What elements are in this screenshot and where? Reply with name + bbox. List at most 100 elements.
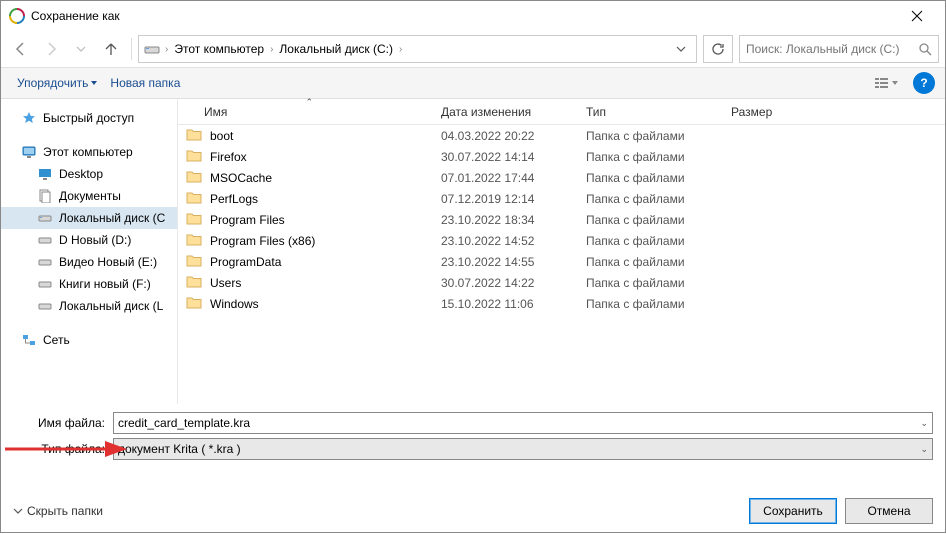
breadcrumb-local-disk[interactable]: Локальный диск (C:) — [275, 40, 397, 58]
drive-icon — [37, 232, 53, 248]
drive-icon — [37, 210, 53, 226]
folder-icon — [186, 190, 204, 208]
drive-icon — [37, 254, 53, 270]
file-date: 07.12.2019 12:14 — [433, 192, 578, 206]
sidebar-item-label: Локальный диск (L — [59, 299, 163, 313]
file-name: Firefox — [210, 150, 247, 164]
sidebar-item-label: D Новый (D:) — [59, 233, 131, 247]
search-input[interactable] — [746, 42, 918, 56]
sidebar-desktop[interactable]: Desktop — [1, 163, 177, 185]
filetype-combobox[interactable]: документ Krita ( *.kra ) ⌄ — [113, 438, 933, 460]
documents-icon — [37, 188, 53, 204]
filename-dropdown[interactable]: ⌄ — [916, 418, 932, 429]
folder-icon — [186, 274, 204, 292]
window-title: Сохранение как — [31, 9, 897, 23]
address-dropdown[interactable] — [670, 44, 692, 54]
footer: Скрыть папки Сохранить Отмена — [1, 492, 945, 534]
filename-input-wrap: ⌄ — [113, 412, 933, 434]
filename-label: Имя файла: — [13, 416, 113, 430]
body-area: Быстрый доступ Этот компьютер Desktop До… — [1, 99, 945, 404]
address-bar[interactable]: › Этот компьютер › Локальный диск (C:) › — [138, 35, 697, 63]
sidebar-l-drive[interactable]: Локальный диск (L — [1, 295, 177, 317]
folder-icon — [186, 232, 204, 250]
table-row[interactable]: MSOCache07.01.2022 17:44Папка с файлами — [178, 167, 945, 188]
help-button[interactable]: ? — [913, 72, 935, 94]
new-folder-button[interactable]: Новая папка — [104, 72, 186, 94]
sidebar-network[interactable]: Сеть — [1, 329, 177, 351]
titlebar: Сохранение как — [1, 1, 945, 31]
sidebar-e-drive[interactable]: Видео Новый (E:) — [1, 251, 177, 273]
folder-icon — [186, 295, 204, 313]
toolbar: Упорядочить Новая папка ? — [1, 67, 945, 99]
file-date: 15.10.2022 11:06 — [433, 297, 578, 311]
file-name: Windows — [210, 297, 259, 311]
column-headers: ⌃ Имя Дата изменения Тип Размер — [178, 99, 945, 125]
folder-icon — [186, 169, 204, 187]
table-row[interactable]: boot04.03.2022 20:22Папка с файлами — [178, 125, 945, 146]
table-row[interactable]: PerfLogs 07.12.2019 12:14Папка с файлами — [178, 188, 945, 209]
file-list: ⌃ Имя Дата изменения Тип Размер boot04.0… — [178, 99, 945, 404]
pc-icon — [21, 144, 37, 160]
forward-button[interactable] — [37, 35, 65, 63]
table-row[interactable]: ProgramData23.10.2022 14:55Папка с файла… — [178, 251, 945, 272]
folder-icon — [186, 148, 204, 166]
sort-asc-icon: ⌃ — [306, 97, 314, 108]
table-row[interactable]: Windows15.10.2022 11:06Папка с файлами — [178, 293, 945, 314]
file-date: 23.10.2022 18:34 — [433, 213, 578, 227]
table-row[interactable]: Firefox30.07.2022 14:14Папка с файлами — [178, 146, 945, 167]
column-size[interactable]: Размер — [723, 99, 823, 124]
file-date: 30.07.2022 14:22 — [433, 276, 578, 290]
file-date: 30.07.2022 14:14 — [433, 150, 578, 164]
drive-icon — [37, 276, 53, 292]
column-date[interactable]: Дата изменения — [433, 99, 578, 124]
file-type: Папка с файлами — [578, 129, 723, 143]
hide-folders-label: Скрыть папки — [27, 504, 103, 518]
file-name: MSOCache — [210, 171, 272, 185]
file-name: Users — [210, 276, 241, 290]
breadcrumb-this-pc[interactable]: Этот компьютер — [170, 40, 268, 58]
sidebar-d-drive[interactable]: D Новый (D:) — [1, 229, 177, 251]
file-type: Папка с файлами — [578, 171, 723, 185]
table-row[interactable]: Program Files23.10.2022 18:34Папка с фай… — [178, 209, 945, 230]
filename-input[interactable] — [114, 413, 916, 433]
sidebar-documents[interactable]: Документы — [1, 185, 177, 207]
sidebar-local-disk-c[interactable]: Локальный диск (C — [1, 207, 177, 229]
krita-icon — [9, 8, 25, 24]
recent-dropdown[interactable] — [67, 35, 95, 63]
organize-label: Упорядочить — [17, 76, 88, 90]
hide-folders-button[interactable]: Скрыть папки — [13, 504, 103, 518]
sidebar-item-label: Видео Новый (E:) — [59, 255, 157, 269]
sidebar-f-drive[interactable]: Книги новый (F:) — [1, 273, 177, 295]
drive-icon — [143, 40, 161, 58]
search-box[interactable] — [739, 35, 939, 63]
file-type: Папка с файлами — [578, 192, 723, 206]
folder-icon — [186, 253, 204, 271]
up-button[interactable] — [97, 35, 125, 63]
view-options-button[interactable] — [869, 71, 905, 95]
column-type[interactable]: Тип — [578, 99, 723, 124]
bottom-panel: Имя файла: ⌄ Тип файла: документ Krita (… — [1, 404, 945, 468]
desktop-icon — [37, 166, 53, 182]
separator — [131, 38, 132, 60]
folder-icon — [186, 211, 204, 229]
close-button[interactable] — [897, 1, 937, 31]
file-name: PerfLogs — [210, 192, 258, 206]
file-type: Папка с файлами — [578, 213, 723, 227]
table-row[interactable]: Program Files (x86)23.10.2022 14:52Папка… — [178, 230, 945, 251]
navbar: › Этот компьютер › Локальный диск (C:) › — [1, 31, 945, 67]
folder-icon — [186, 127, 204, 145]
sidebar-item-label: Этот компьютер — [43, 145, 133, 159]
sidebar-item-label: Документы — [59, 189, 121, 203]
column-name[interactable]: ⌃ Имя — [178, 99, 433, 124]
refresh-button[interactable] — [703, 35, 733, 63]
back-button[interactable] — [7, 35, 35, 63]
sidebar-quick-access[interactable]: Быстрый доступ — [1, 107, 177, 129]
cancel-button[interactable]: Отмена — [845, 498, 933, 524]
breadcrumb-separator: › — [165, 44, 168, 55]
save-button[interactable]: Сохранить — [749, 498, 837, 524]
sidebar-this-pc[interactable]: Этот компьютер — [1, 141, 177, 163]
table-row[interactable]: Users30.07.2022 14:22Папка с файлами — [178, 272, 945, 293]
file-date: 23.10.2022 14:52 — [433, 234, 578, 248]
organize-button[interactable]: Упорядочить — [11, 72, 104, 94]
file-name: ProgramData — [210, 255, 281, 269]
